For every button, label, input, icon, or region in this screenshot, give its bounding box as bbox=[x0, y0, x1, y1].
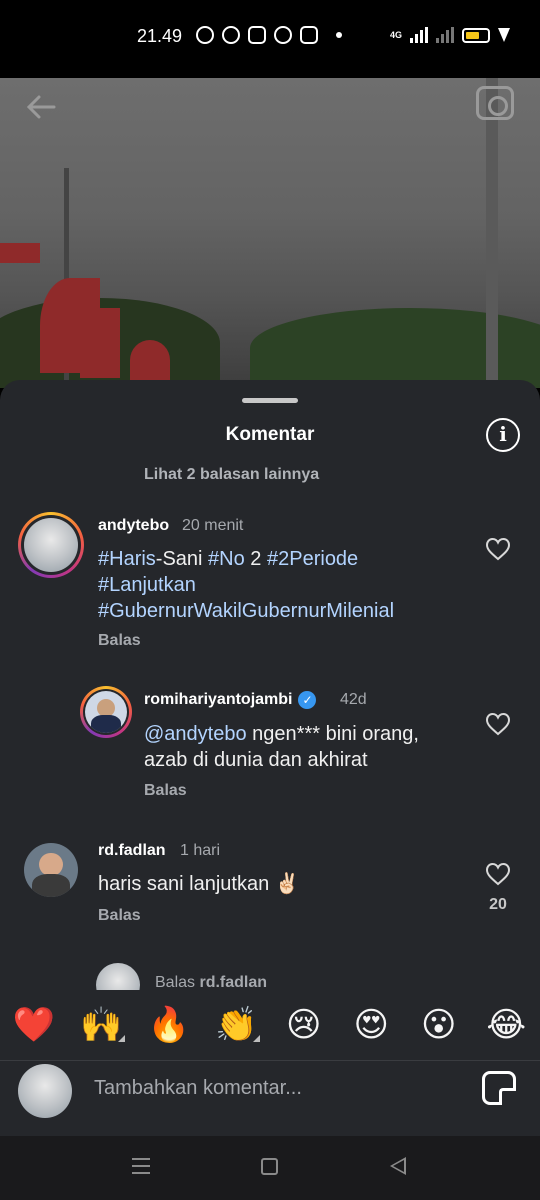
comment-time: 42d bbox=[340, 691, 367, 708]
flag bbox=[80, 308, 120, 378]
whatsapp-icon bbox=[196, 26, 214, 44]
recent-apps-icon[interactable] bbox=[132, 1158, 150, 1174]
reply-button[interactable]: Balas bbox=[98, 632, 141, 650]
status-clock: 21.49 bbox=[137, 26, 183, 46]
emoji-clapping[interactable]: 👏 bbox=[203, 990, 271, 1060]
flag bbox=[0, 243, 40, 263]
emoji-surprised[interactable]: 😮 bbox=[405, 990, 473, 1060]
comment-username[interactable]: rd.fadlan bbox=[98, 842, 166, 860]
system-nav-bar bbox=[0, 1136, 540, 1200]
comment-text-part: -Sani bbox=[155, 548, 209, 570]
network-type: 4G bbox=[389, 30, 402, 40]
emoji-fire[interactable]: 🔥 bbox=[135, 990, 203, 1060]
camera-icon[interactable] bbox=[476, 86, 514, 120]
avatar-body bbox=[91, 715, 121, 733]
emoji-glyph: 👏 bbox=[215, 1005, 258, 1045]
comment-input-row: Tambahkan komentar... bbox=[0, 1060, 540, 1136]
back-icon[interactable] bbox=[390, 1157, 406, 1175]
hashtag[interactable]: #No bbox=[208, 548, 245, 570]
avatar-face bbox=[39, 852, 63, 877]
comment-text: @andytebo ngen*** bini orang, azab di du… bbox=[144, 721, 419, 773]
more-notifications-dot bbox=[336, 32, 342, 38]
system-icons: 4G bbox=[390, 27, 510, 43]
home-icon[interactable] bbox=[261, 1158, 278, 1175]
back-arrow-icon[interactable] bbox=[24, 90, 58, 124]
emoji-reaction-bar: ❤️ 🙌 🔥 👏 😢 😍 😮 😂 bbox=[0, 990, 540, 1060]
battery-icon bbox=[462, 27, 490, 43]
comment-username[interactable]: romihariyantojambi ✓ bbox=[144, 691, 317, 709]
avatar bbox=[24, 518, 78, 572]
heart-icon[interactable] bbox=[485, 537, 511, 561]
emoji-crying[interactable]: 😢 bbox=[270, 990, 338, 1060]
comment-username[interactable]: andytebo bbox=[98, 517, 169, 535]
emoji-heart-eyes[interactable]: 😍 bbox=[338, 990, 406, 1060]
instagram-icon bbox=[248, 26, 266, 44]
comment-time: 20 menit bbox=[182, 517, 244, 534]
own-avatar bbox=[18, 1064, 72, 1118]
emoji-glyph: 🙌 bbox=[80, 1005, 123, 1045]
facebook-icon bbox=[274, 26, 292, 44]
comment-text-part: 2 bbox=[244, 548, 267, 570]
sticker-icon[interactable] bbox=[482, 1071, 516, 1105]
username-text: romihariyantojambi bbox=[144, 691, 293, 709]
hashtag[interactable]: #2Periode bbox=[267, 548, 358, 570]
replying-username: rd.fadlan bbox=[199, 974, 268, 991]
avatar-ring[interactable] bbox=[80, 686, 132, 738]
verified-badge-icon: ✓ bbox=[298, 691, 317, 709]
mention-link[interactable]: @andytebo bbox=[144, 723, 247, 745]
messenger-icon bbox=[222, 26, 240, 44]
emoji-heart[interactable]: ❤️ bbox=[0, 990, 68, 1060]
reply-button[interactable]: Balas bbox=[98, 907, 141, 925]
status-bar: 21.49 4G bbox=[0, 0, 540, 70]
reply-button[interactable]: Balas bbox=[144, 782, 187, 800]
comment-text: #Haris-Sani #No 2 #2Periode #Lanjutkan #… bbox=[98, 546, 394, 624]
heart-icon[interactable] bbox=[485, 862, 511, 886]
charging-icon bbox=[498, 28, 510, 42]
skin-tone-indicator bbox=[253, 1035, 260, 1042]
signal-icon bbox=[410, 27, 428, 43]
heart-icon[interactable] bbox=[485, 712, 511, 736]
comment-time: 1 hari bbox=[180, 842, 221, 859]
avatar-ring[interactable] bbox=[18, 512, 84, 578]
drag-handle[interactable] bbox=[242, 398, 298, 403]
tiktok-icon bbox=[300, 26, 318, 44]
comment-text: haris sani lanjutkan ✌🏻 bbox=[98, 873, 300, 895]
emoji-laughing[interactable]: 😂 bbox=[473, 990, 540, 1060]
hashtag[interactable]: #Haris bbox=[98, 548, 156, 570]
notification-icons bbox=[196, 26, 342, 44]
skin-tone-indicator bbox=[118, 1035, 125, 1042]
info-icon[interactable]: i bbox=[486, 418, 520, 452]
hashtag[interactable]: #GubernurWakilGubernurMilenial bbox=[98, 600, 394, 622]
sheet-title: Komentar bbox=[225, 424, 315, 445]
avatar-face bbox=[96, 698, 116, 718]
avatar-body bbox=[32, 874, 70, 897]
flag bbox=[130, 340, 170, 380]
comment-text-part: ngen*** bini orang, bbox=[246, 723, 419, 745]
comment-input[interactable]: Tambahkan komentar... bbox=[94, 1077, 302, 1100]
like-count: 20 bbox=[489, 896, 507, 913]
avatar[interactable] bbox=[24, 843, 78, 897]
avatar bbox=[85, 691, 127, 733]
post-photo bbox=[0, 78, 540, 388]
replying-prefix: Balas bbox=[155, 974, 200, 991]
view-more-replies-link[interactable]: Lihat 2 balasan lainnya bbox=[144, 466, 319, 484]
hashtag[interactable]: #Lanjutkan bbox=[98, 574, 196, 596]
pole bbox=[486, 78, 498, 388]
comment-text-part: azab di dunia dan akhirat bbox=[144, 749, 368, 771]
signal-2-icon bbox=[436, 27, 454, 43]
emoji-raising-hands[interactable]: 🙌 bbox=[68, 990, 136, 1060]
